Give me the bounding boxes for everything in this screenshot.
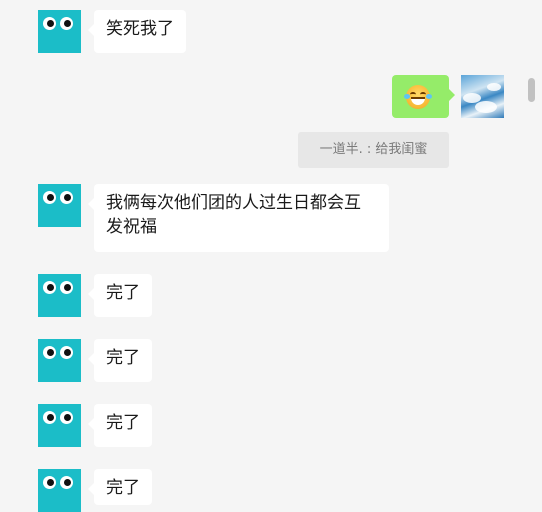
eye-icon bbox=[60, 191, 73, 204]
message-bubble[interactable]: 完了 bbox=[88, 469, 152, 505]
eye-icon bbox=[43, 411, 56, 424]
eye-icon bbox=[60, 17, 73, 30]
eye-icon bbox=[60, 476, 73, 489]
message-bubble[interactable]: 完了 bbox=[88, 274, 152, 317]
scrollbar[interactable] bbox=[528, 78, 535, 102]
message-bubble[interactable]: 我俩每次他们团的人过生日都会互 发祝福 bbox=[88, 184, 389, 252]
message-text: 完了 bbox=[106, 348, 140, 368]
message-bubble[interactable]: 完了 bbox=[88, 404, 152, 447]
eye-icon bbox=[60, 281, 73, 294]
my-message-bubble[interactable] bbox=[392, 75, 455, 118]
friend-avatar[interactable] bbox=[38, 404, 81, 447]
eye-icon bbox=[43, 476, 56, 489]
eye-icon bbox=[43, 346, 56, 359]
eye-icon bbox=[43, 17, 56, 30]
eye-icon bbox=[60, 346, 73, 359]
message-text: 完了 bbox=[106, 283, 140, 303]
chat-window: 笑死我了 一道半. : 给我闺蜜 我俩每次他们团的人过生日都会互 发祝福 完了 bbox=[0, 0, 542, 512]
quoted-message[interactable]: 一道半. : 给我闺蜜 bbox=[298, 132, 449, 168]
message-bubble[interactable]: 笑死我了 bbox=[88, 10, 186, 53]
message-text: 完了 bbox=[106, 413, 140, 433]
my-avatar[interactable] bbox=[461, 75, 504, 118]
eye-icon bbox=[43, 281, 56, 294]
friend-avatar[interactable] bbox=[38, 339, 81, 382]
message-text-line: 我俩每次他们团的人过生日都会互 bbox=[106, 193, 361, 213]
message-text: 笑死我了 bbox=[106, 19, 174, 39]
friend-avatar[interactable] bbox=[38, 10, 81, 53]
message-text: 完了 bbox=[106, 478, 140, 498]
face-with-tears-of-joy-icon bbox=[404, 85, 432, 109]
eye-icon bbox=[60, 411, 73, 424]
message-text-line: 发祝福 bbox=[106, 217, 157, 237]
friend-avatar[interactable] bbox=[38, 184, 81, 227]
friend-avatar[interactable] bbox=[38, 469, 81, 512]
friend-avatar[interactable] bbox=[38, 274, 81, 317]
eye-icon bbox=[43, 191, 56, 204]
message-bubble[interactable]: 完了 bbox=[88, 339, 152, 382]
